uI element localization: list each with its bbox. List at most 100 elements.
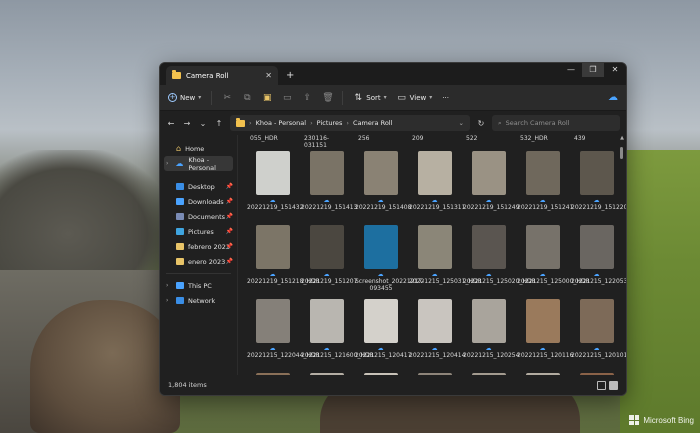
paste-icon[interactable]: ▣	[262, 93, 272, 103]
thumbnail-view-icon[interactable]	[609, 380, 618, 390]
close-button[interactable]: ✕	[604, 63, 626, 77]
status-bar: 1,804 items	[160, 375, 626, 395]
file-caption: ☁20221219_151311	[409, 197, 465, 211]
pin-icon[interactable]: 📌	[226, 258, 233, 265]
photo-thumbnail	[364, 225, 398, 269]
file-item[interactable]: ☁20221219_151311	[408, 151, 465, 221]
file-item[interactable]: ☁20221215_120414	[408, 299, 465, 369]
file-item[interactable]: ☁20221219_151220_HDR	[570, 151, 626, 221]
scroll-thumb[interactable]	[620, 147, 623, 159]
maximize-button[interactable]: ❐	[582, 63, 604, 77]
chevron-right-icon[interactable]: ›	[166, 160, 171, 167]
sidebar-item-quick-access[interactable]: febrero 2023 📌	[160, 239, 237, 254]
up-arrow-icon[interactable]: ↑	[214, 119, 224, 128]
folder-icon	[176, 183, 184, 190]
breadcrumb-camera-roll[interactable]: Camera Roll	[353, 119, 392, 127]
file-item[interactable]: ☁20221219_151408	[354, 151, 411, 221]
cloud-sync-icon: ☁	[485, 197, 492, 204]
chevron-right-icon[interactable]: ›	[166, 282, 172, 289]
breadcrumb-pictures[interactable]: Pictures	[317, 119, 343, 127]
file-item[interactable]: ☁20221219_151249	[462, 151, 519, 221]
vertical-scrollbar[interactable]: ▲	[620, 135, 624, 375]
sidebar-divider	[166, 273, 231, 274]
rename-icon[interactable]: ▭	[282, 93, 292, 103]
file-item[interactable]: ☁20221219_151432	[246, 151, 303, 221]
breadcrumb-personal[interactable]: Khoa - Personal	[256, 119, 306, 127]
pin-icon[interactable]: 📌	[226, 198, 233, 205]
cloud-sync-icon: ☁	[377, 345, 384, 352]
file-caption: ☁20221215_120414	[409, 345, 465, 359]
onedrive-cloud-icon[interactable]: ☁	[608, 92, 618, 103]
file-item[interactable]: ☁20221219_151241	[516, 151, 573, 221]
address-bar[interactable]: › Khoa - Personal › Pictures › Camera Ro…	[230, 115, 470, 131]
file-item[interactable]: ☁20221215_121600_HDR	[300, 299, 374, 369]
share-icon[interactable]: ⇪	[302, 93, 312, 103]
details-view-icon[interactable]	[597, 380, 606, 390]
file-name: 20221215_120254	[463, 352, 520, 359]
sidebar-item-quick-access[interactable]: enero 2023 📌	[160, 254, 237, 269]
sort-button[interactable]: ⇅ Sort ▾	[353, 93, 387, 103]
recent-chevron-icon[interactable]: ⌄	[198, 119, 208, 128]
file-item[interactable]: ☁Screenshot_20221217-093455	[354, 225, 424, 295]
file-item[interactable]: ☁20221215_120254	[462, 299, 520, 369]
file-caption: 055_HDR	[250, 135, 278, 142]
pin-icon[interactable]: 📌	[226, 183, 233, 190]
scroll-up-icon[interactable]: ▲	[620, 135, 624, 141]
back-arrow-icon[interactable]: ←	[166, 119, 176, 128]
sidebar-item-label: This PC	[188, 281, 212, 290]
photo-thumbnail	[310, 299, 344, 343]
new-button[interactable]: + New ▾	[168, 93, 201, 102]
delete-icon[interactable]: 🗑	[322, 93, 333, 103]
pin-icon[interactable]: 📌	[226, 228, 233, 235]
file-item[interactable]: ☁20221219_151207	[300, 225, 357, 295]
sidebar-item-quick-access[interactable]: Documents 📌	[160, 209, 237, 224]
file-item[interactable]: ☁20221219_151218_HDR	[246, 225, 320, 295]
sidebar-item-home[interactable]: ⌂ Home	[160, 141, 237, 156]
background-mountain	[0, 150, 170, 290]
new-tab-button[interactable]: +	[286, 70, 294, 81]
cloud-sync-icon: ☁	[377, 197, 384, 204]
refresh-icon[interactable]: ↻	[476, 119, 486, 128]
file-item[interactable]: ☁20221215_120101	[570, 299, 626, 369]
address-dropdown-icon[interactable]: ⌄	[459, 119, 464, 127]
chevron-down-icon: ▾	[383, 94, 387, 101]
cut-icon[interactable]: ✂	[222, 93, 232, 103]
file-name: 20221219_151413	[301, 204, 358, 211]
chevron-right-icon[interactable]: ›	[166, 297, 172, 304]
sidebar-item-personal[interactable]: › ☁ Khoa - Personal	[164, 155, 233, 172]
sidebar-item-quick-access[interactable]: Desktop 📌	[160, 179, 237, 194]
file-item[interactable]: ☁20221219_151413	[300, 151, 358, 221]
file-item[interactable]: ☁20221215_122044_HDR	[246, 299, 320, 369]
more-options-button[interactable]: ···	[442, 94, 449, 102]
sidebar-item-network[interactable]: › Network	[160, 293, 237, 308]
forward-arrow-icon[interactable]: →	[182, 119, 192, 128]
pin-icon[interactable]: 📌	[226, 243, 233, 250]
tab-camera-roll[interactable]: Camera Roll ✕	[166, 66, 278, 85]
copy-icon[interactable]: ⧉	[242, 93, 252, 103]
view-button[interactable]: ▭ View ▾	[397, 93, 432, 103]
sidebar-item-label: Home	[185, 144, 205, 153]
file-item[interactable]: ☁20221215_120116	[516, 299, 573, 369]
file-item[interactable]: ☁20221215_122053_HDR	[570, 225, 626, 295]
file-item[interactable]: ☁20221215_125000_HDR	[516, 225, 590, 295]
sidebar-item-label: Khoa - Personal	[188, 155, 216, 172]
thumbnail-grid: ☁20221219_151432 ☁20221219_151413 ☁2022121…	[244, 151, 626, 375]
file-caption: ☁20221215_120101	[571, 345, 626, 359]
cloud-sync-icon: ☁	[323, 271, 330, 278]
sidebar-item-this-pc[interactable]: › This PC	[160, 278, 237, 293]
file-item[interactable]: ☁20221215_120417	[354, 299, 411, 369]
tab-close-icon[interactable]: ✕	[265, 71, 272, 80]
photo-thumbnail	[310, 225, 344, 269]
search-input[interactable]: ⌕ Search Camera Roll	[492, 115, 620, 131]
file-item[interactable]: ☁20221215_125031_HDR	[408, 225, 482, 295]
file-item[interactable]: ☁20221215_125020_HDR	[462, 225, 536, 295]
command-bar: + New ▾ ✂ ⧉ ▣ ▭ ⇪ 🗑 ⇅ Sort ▾ ▭ View ▾ ··…	[160, 85, 626, 111]
photo-thumbnail	[256, 299, 290, 343]
pin-icon[interactable]: 📌	[226, 213, 233, 220]
sidebar-item-quick-access[interactable]: Pictures 📌	[160, 224, 237, 239]
minimize-button[interactable]: —	[560, 63, 582, 77]
file-caption: 230116-031151	[304, 135, 330, 149]
photo-thumbnail	[526, 299, 560, 343]
sidebar-item-quick-access[interactable]: Downloads 📌	[160, 194, 237, 209]
